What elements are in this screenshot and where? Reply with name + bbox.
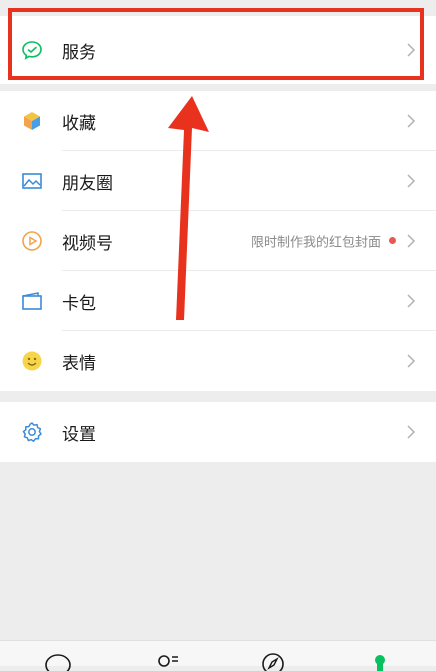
chevron-right-icon — [407, 174, 416, 188]
menu-item-label: 设置 — [62, 424, 96, 445]
settings-group: 设置 — [0, 402, 436, 462]
menu-item-settings[interactable]: 设置 — [0, 402, 436, 462]
settings-gear-icon — [20, 420, 44, 444]
chevron-right-icon — [407, 114, 416, 128]
chevron-right-icon — [407, 43, 416, 57]
me-person-icon[interactable] — [360, 647, 400, 671]
card-wallet-icon — [20, 289, 44, 313]
chevron-right-icon — [407, 234, 416, 248]
menu-item-label: 朋友圈 — [62, 173, 113, 194]
menu-item-card-wallet[interactable]: 卡包 — [0, 271, 436, 331]
menu-item-label: 服务 — [62, 42, 96, 63]
menu-item-stickers[interactable]: 表情 — [0, 331, 436, 391]
wechat-pay-icon — [20, 38, 44, 62]
main-menu-group: 收藏 朋友圈 视频号 限时制作我的红包封面 卡包 表情 — [0, 91, 436, 391]
favorites-cube-icon — [20, 109, 44, 133]
chats-bubble-icon[interactable] — [38, 647, 78, 671]
moments-picture-icon — [20, 169, 44, 193]
channels-promo-text: 限时制作我的红包封面 — [250, 235, 381, 251]
menu-item-favorites[interactable]: 收藏 — [0, 91, 436, 151]
menu-item-channels[interactable]: 视频号 限时制作我的红包封面 — [0, 211, 436, 271]
bottom-tab-bar — [0, 640, 436, 671]
chevron-right-icon — [407, 425, 416, 439]
contacts-icon[interactable] — [148, 647, 188, 671]
sticker-smiley-icon — [20, 349, 44, 373]
menu-item-moments[interactable]: 朋友圈 — [0, 151, 436, 211]
services-group: 服务 — [0, 16, 436, 84]
menu-item-services[interactable]: 服务 — [0, 16, 436, 84]
channels-play-icon — [20, 229, 44, 253]
menu-item-label: 视频号 — [62, 233, 113, 254]
chevron-right-icon — [407, 354, 416, 368]
discover-compass-icon[interactable] — [253, 647, 293, 671]
chevron-right-icon — [407, 294, 416, 308]
menu-item-label: 收藏 — [62, 113, 96, 134]
menu-item-label: 卡包 — [62, 293, 96, 314]
menu-item-label: 表情 — [62, 353, 96, 374]
red-dot-badge — [389, 237, 396, 244]
